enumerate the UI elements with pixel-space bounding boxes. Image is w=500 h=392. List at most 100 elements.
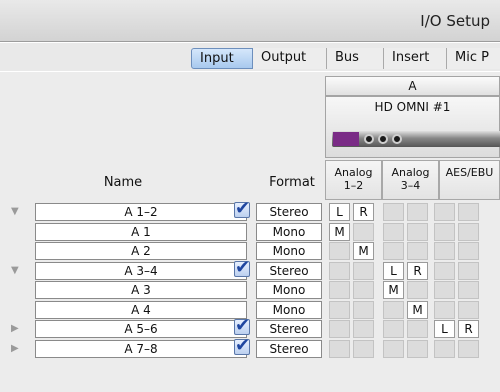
channel-assignment-cell[interactable]: [383, 242, 404, 260]
path-name-field[interactable]: A 5–6: [35, 320, 247, 338]
channel-assignment-cell[interactable]: [434, 261, 455, 280]
path-name-field[interactable]: A 2: [35, 242, 247, 260]
channel-assignment-cell[interactable]: [407, 320, 428, 338]
channel-assignment-cell[interactable]: [353, 281, 374, 299]
path-name-field[interactable]: A 4: [35, 300, 247, 319]
channel-assignment-cell[interactable]: [353, 261, 374, 280]
channel-assignment-cell[interactable]: [353, 300, 374, 319]
channel-assignment-cell[interactable]: R: [407, 261, 428, 280]
tab-insert[interactable]: Insert: [384, 48, 447, 69]
channel-header-line: 1–2: [343, 179, 364, 192]
device-image: [332, 131, 500, 147]
tab-output[interactable]: Output: [253, 48, 327, 69]
path-active-checkbox[interactable]: ✔: [234, 198, 250, 219]
channel-assignment-cell[interactable]: L: [329, 203, 350, 221]
channel-assignment-cell[interactable]: [353, 320, 374, 338]
checkmark-icon: ✔: [235, 198, 251, 219]
channel-assignment-cell[interactable]: [407, 281, 428, 299]
channel-header-line: Analog: [391, 166, 430, 179]
channel-assignment-cell[interactable]: M: [407, 300, 428, 319]
channel-header-line: 3–4: [400, 179, 421, 192]
channel-assignment-cell[interactable]: [383, 222, 404, 241]
device-header[interactable]: HD OMNI #1: [325, 96, 500, 158]
expand-triangle-icon[interactable]: ▶: [11, 323, 19, 334]
channel-assignment-cell[interactable]: [407, 222, 428, 241]
checkmark-icon: ✔: [235, 256, 251, 278]
channel-header-analog-3-4[interactable]: Analog 3–4: [382, 160, 439, 200]
io-row: ▼ A 3–4 ✔ Stereo L R: [0, 257, 500, 280]
path-name-field[interactable]: A 3: [35, 281, 247, 299]
tab-bus[interactable]: Bus: [327, 48, 384, 69]
channel-assignment-cell[interactable]: [434, 203, 455, 221]
channel-assignment-cell[interactable]: [407, 203, 428, 221]
format-field[interactable]: Stereo: [256, 261, 322, 280]
device-group-header[interactable]: A: [325, 76, 500, 96]
channel-assignment-cell[interactable]: [329, 261, 350, 280]
channel-assignment-cell[interactable]: M: [383, 281, 404, 299]
format-field[interactable]: Mono: [256, 222, 322, 241]
channel-assignment-cell[interactable]: [458, 261, 479, 280]
path-active-checkbox[interactable]: ✔: [234, 315, 250, 336]
channel-assignment-cell[interactable]: [383, 300, 404, 319]
collapse-triangle-icon[interactable]: ▼: [11, 206, 19, 217]
channel-assignment-cell[interactable]: [329, 281, 350, 299]
path-name-field[interactable]: A 1: [35, 222, 247, 241]
channel-assignment-cell[interactable]: [458, 222, 479, 241]
channel-assignment-cell[interactable]: [458, 203, 479, 221]
window-titlebar: I/O Setup: [0, 0, 500, 42]
knob-icon: [364, 134, 374, 144]
channel-header-aes-ebu[interactable]: AES/EBU: [439, 160, 500, 200]
format-column-header: Format: [269, 175, 315, 190]
expand-triangle-icon[interactable]: ▶: [11, 343, 19, 354]
channel-assignment-cell[interactable]: [383, 203, 404, 221]
channel-assignment-cell[interactable]: [353, 222, 374, 241]
path-active-checkbox[interactable]: ✔: [234, 335, 250, 356]
tab-input[interactable]: Input: [191, 48, 253, 69]
format-field[interactable]: Mono: [256, 300, 322, 319]
tab-mic-preamp[interactable]: Mic P: [447, 48, 500, 69]
collapse-triangle-icon[interactable]: ▼: [11, 265, 19, 276]
io-row: A 1 Mono M: [0, 222, 500, 241]
path-name-field[interactable]: A 3–4: [35, 261, 247, 280]
channel-assignment-cell[interactable]: [434, 222, 455, 241]
format-field[interactable]: Stereo: [256, 203, 322, 221]
io-row: ▶ A 7–8 ✔ Stereo: [0, 335, 500, 358]
format-field[interactable]: Stereo: [256, 339, 322, 358]
path-name-field[interactable]: A 7–8: [35, 339, 247, 358]
channel-assignment-cell[interactable]: [458, 300, 479, 319]
tab-bar: Input Output Bus Insert Mic P: [0, 43, 500, 71]
channel-assignment-cell[interactable]: [434, 300, 455, 319]
channel-assignment-cell[interactable]: R: [458, 320, 479, 338]
io-row: ▼ A 1–2 ✔ Stereo L R: [0, 198, 500, 221]
channel-assignment-cell[interactable]: [458, 281, 479, 299]
channel-assignment-cell[interactable]: [407, 339, 428, 358]
channel-assignment-cell[interactable]: [434, 339, 455, 358]
channel-assignment-cell[interactable]: [434, 242, 455, 260]
channel-header-analog-1-2[interactable]: Analog 1–2: [325, 160, 382, 200]
channel-assignment-cell[interactable]: [383, 320, 404, 338]
channel-assignment-cell[interactable]: [329, 320, 350, 338]
path-name-field[interactable]: A 1–2: [35, 203, 247, 221]
channel-assignment-cell[interactable]: M: [329, 222, 350, 241]
channel-assignment-cell[interactable]: [353, 339, 374, 358]
channel-assignment-cell[interactable]: [329, 242, 350, 260]
window-title: I/O Setup: [420, 12, 490, 30]
channel-assignment-cell[interactable]: L: [434, 320, 455, 338]
format-field[interactable]: Mono: [256, 281, 322, 299]
format-field[interactable]: Mono: [256, 242, 322, 260]
channel-assignment-cell[interactable]: R: [353, 203, 374, 221]
checkmark-icon: ✔: [235, 334, 251, 356]
format-field[interactable]: Stereo: [256, 320, 322, 338]
checkmark-icon: ✔: [235, 315, 251, 336]
channel-assignment-cell[interactable]: [434, 281, 455, 299]
channel-assignment-cell[interactable]: M: [353, 242, 374, 260]
channel-assignment-cell[interactable]: [458, 242, 479, 260]
channel-assignment-cell[interactable]: [407, 242, 428, 260]
channel-assignment-cell[interactable]: [458, 339, 479, 358]
device-name: HD OMNI #1: [374, 100, 451, 114]
channel-assignment-cell[interactable]: [329, 300, 350, 319]
path-active-checkbox[interactable]: ✔: [234, 257, 250, 278]
channel-assignment-cell[interactable]: [383, 339, 404, 358]
channel-assignment-cell[interactable]: L: [383, 261, 404, 280]
channel-assignment-cell[interactable]: [329, 339, 350, 358]
